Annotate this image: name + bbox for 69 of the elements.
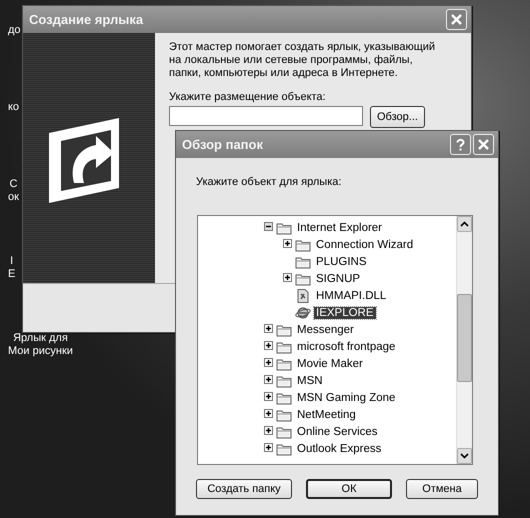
close-icon xyxy=(477,138,490,151)
scroll-down-button[interactable] xyxy=(457,448,472,464)
tree-item[interactable]: MSN xyxy=(295,374,325,386)
help-icon xyxy=(454,138,467,151)
globe-icon xyxy=(295,306,311,320)
location-field[interactable] xyxy=(169,106,363,126)
plus-icon[interactable] xyxy=(264,374,273,384)
chevron-down-icon xyxy=(460,453,469,459)
desktop-icon-label: E xyxy=(8,268,16,281)
desktop-icon-label: Ярлык для xyxy=(13,332,68,345)
location-label: Укажите размещение объекта: xyxy=(169,91,327,103)
folder-icon xyxy=(276,374,292,388)
ok-button[interactable]: ОК xyxy=(306,479,392,499)
folder-icon xyxy=(295,254,311,268)
folder-icon xyxy=(276,356,292,370)
folder-icon xyxy=(276,340,292,354)
tree-item[interactable]: microsoft frontpage xyxy=(295,340,398,352)
folder-icon xyxy=(276,220,292,234)
plus-icon[interactable] xyxy=(283,272,292,282)
tree-item[interactable]: Online Services xyxy=(295,426,380,438)
tree-item[interactable]: PLUGINS xyxy=(314,256,368,268)
plus-icon[interactable] xyxy=(264,340,273,350)
browse-button[interactable]: Обзор... xyxy=(370,106,425,128)
plus-icon[interactable] xyxy=(264,442,273,452)
scrollbar[interactable] xyxy=(456,216,472,464)
close-button[interactable] xyxy=(446,9,467,30)
plus-icon[interactable] xyxy=(264,358,273,366)
cancel-button[interactable]: Отмена xyxy=(406,479,478,499)
tree-item[interactable]: NetMeeting xyxy=(295,408,358,420)
tree-item[interactable]: IEXPLORE xyxy=(314,306,376,318)
desktop-icon-label: ок xyxy=(8,191,19,204)
window-title: Обзор папок xyxy=(182,137,264,152)
desktop-icon-label: I xyxy=(10,255,14,268)
tree-item[interactable]: Internet Explorer xyxy=(295,222,384,234)
folder-icon xyxy=(276,424,292,438)
tree-item[interactable]: Movie Maker xyxy=(295,358,365,370)
chevron-up-icon xyxy=(460,221,469,227)
folder-icon xyxy=(295,238,311,252)
folder-icon xyxy=(295,272,311,286)
tree-item[interactable]: Connection Wizard xyxy=(314,238,416,250)
desktop-icon-label: до xyxy=(8,24,21,37)
scroll-thumb[interactable] xyxy=(457,294,472,382)
scroll-up-button[interactable] xyxy=(457,216,472,232)
folder-icon xyxy=(276,390,292,404)
tree-item[interactable]: Messenger xyxy=(295,324,356,336)
close-icon xyxy=(450,13,463,26)
plus-icon[interactable] xyxy=(264,392,273,400)
folder-icon xyxy=(276,322,292,336)
prompt-label: Укажите объект для ярлыка: xyxy=(196,176,342,188)
desktop-icon-label: ко xyxy=(8,101,20,114)
window-title: Создание ярлыка xyxy=(29,12,144,27)
minus-icon[interactable] xyxy=(264,222,273,230)
close-button[interactable] xyxy=(473,134,494,155)
tree-item[interactable]: MSN Gaming Zone xyxy=(295,392,398,404)
wizard-description: Этот мастер помогает создать ярлык, указывающий на локальные или сетевые программы, файлы, папки, компьютеры или адреса в Интернете. xyxy=(169,41,436,80)
help-button[interactable] xyxy=(450,134,471,155)
plus-icon[interactable] xyxy=(283,238,292,248)
file-icon xyxy=(295,288,311,302)
plus-icon[interactable] xyxy=(264,324,273,332)
tree-item[interactable]: SIGNUP xyxy=(314,272,362,284)
plus-icon[interactable] xyxy=(264,408,273,418)
tree-item[interactable]: Outlook Express xyxy=(295,442,384,454)
desktop-icon-label: Мои рисунки xyxy=(8,345,73,358)
tree-item[interactable]: HMMAPI.DLL xyxy=(314,290,388,302)
new-folder-button[interactable]: Создать папку xyxy=(196,479,292,499)
folder-icon xyxy=(276,408,292,422)
folder-icon xyxy=(276,442,292,456)
plus-icon[interactable] xyxy=(264,426,273,434)
desktop-icon-label: С xyxy=(9,178,18,191)
